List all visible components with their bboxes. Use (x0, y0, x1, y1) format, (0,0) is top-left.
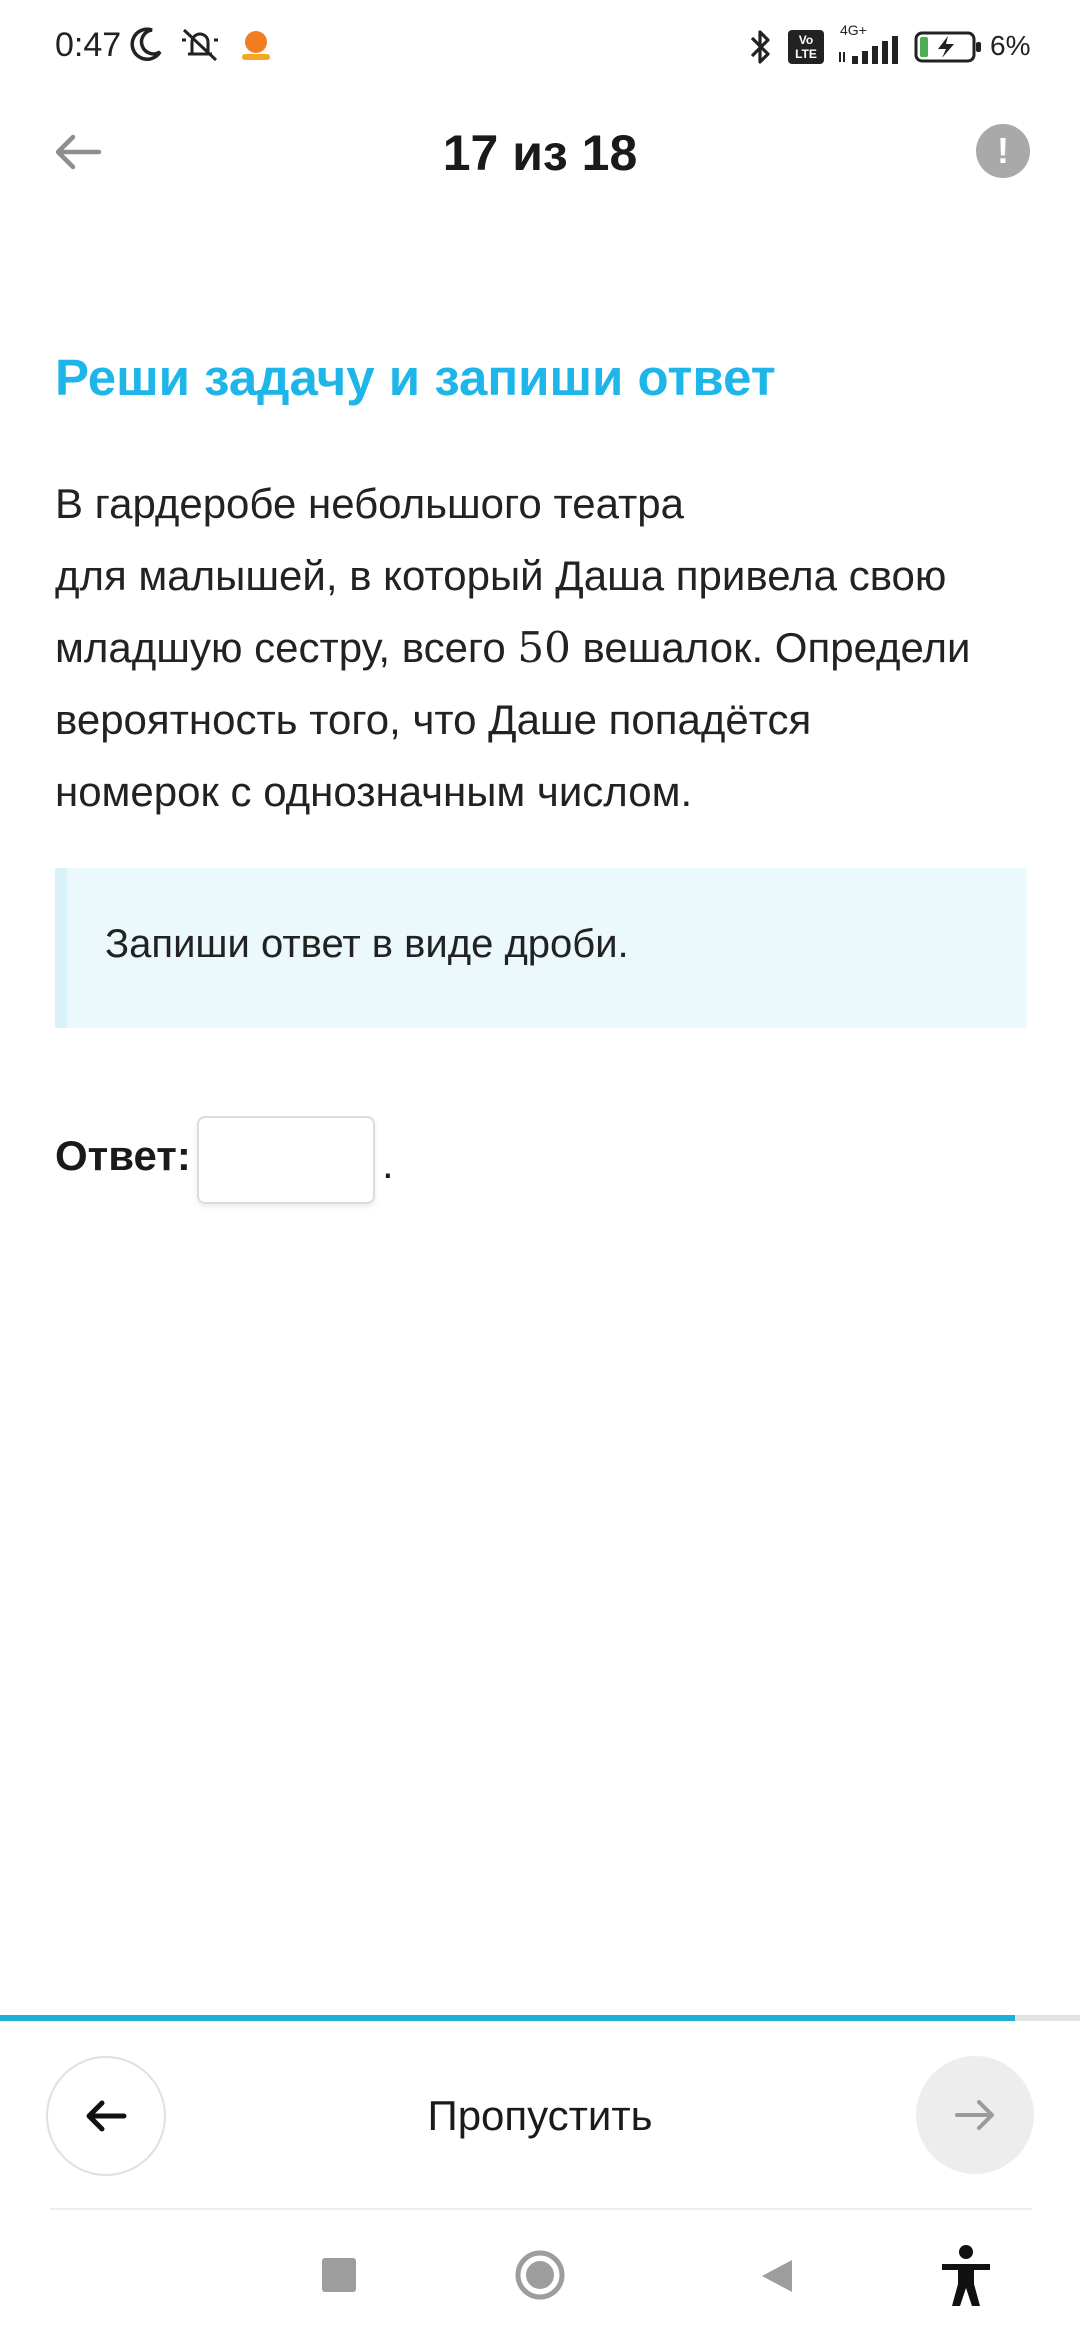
task-line: номерок с однозначным числом. (55, 768, 693, 815)
divider (50, 2208, 1032, 2210)
bluetooth-icon (750, 30, 770, 64)
back-triangle-icon[interactable] (758, 2256, 798, 2296)
next-question-button[interactable] (916, 2056, 1034, 2174)
task-line-part: вешалок. Определи (570, 624, 971, 671)
volte-label: Vo LTE (795, 33, 817, 61)
accessibility-icon[interactable] (940, 2244, 992, 2308)
page-counter: 17 из 18 (442, 125, 638, 181)
task-line: В гардеробе небольшого театра (55, 480, 684, 527)
progress-fill (0, 2015, 1016, 2021)
arrow-left-icon (55, 134, 102, 170)
task-text: В гардеробе небольшого театра для малыше… (55, 468, 1035, 828)
mute-icon (182, 28, 218, 62)
answer-suffix: . (382, 1140, 394, 1187)
signal-icon: 4G+ (836, 22, 902, 66)
status-time: 0:47 (55, 26, 122, 64)
skip-button[interactable]: Пропустить (340, 2092, 740, 2140)
volte-icon: Vo LTE (788, 30, 824, 64)
status-bar: 0:47 Vo LTE 4G+ 6% (0, 0, 1080, 96)
task-line: для малышей, в который Даша привела свою (55, 552, 947, 599)
home-circle-icon[interactable] (513, 2248, 567, 2302)
arrow-right-icon (955, 2100, 994, 2130)
math-number: 50 (517, 623, 571, 672)
task-line-part: младшую сестру, всего (55, 624, 518, 671)
hint-accent-bar (55, 868, 67, 1028)
arrow-left-icon (86, 2100, 127, 2132)
answer-label: Ответ: (55, 1132, 191, 1179)
back-button[interactable] (46, 120, 110, 184)
recents-square-icon[interactable] (322, 2258, 356, 2292)
moon-icon (130, 27, 162, 61)
report-button[interactable]: ! (976, 124, 1030, 178)
exclamation-icon: ! (997, 130, 1009, 171)
task-line: младшую сестру, всего 50 вешалок. Опреде… (55, 612, 1035, 684)
battery-charging-icon (914, 31, 981, 63)
battery-percent: 6% (990, 30, 1031, 61)
answer-input[interactable] (197, 1116, 375, 1204)
task-line: вероятность того, что Даше попадётся (55, 696, 812, 743)
task-title: Реши задачу и запиши ответ (55, 349, 776, 406)
app-notification-icon (242, 31, 270, 60)
previous-question-button[interactable] (46, 2056, 166, 2176)
hint-text: Запиши ответ в виде дроби. (105, 922, 629, 966)
